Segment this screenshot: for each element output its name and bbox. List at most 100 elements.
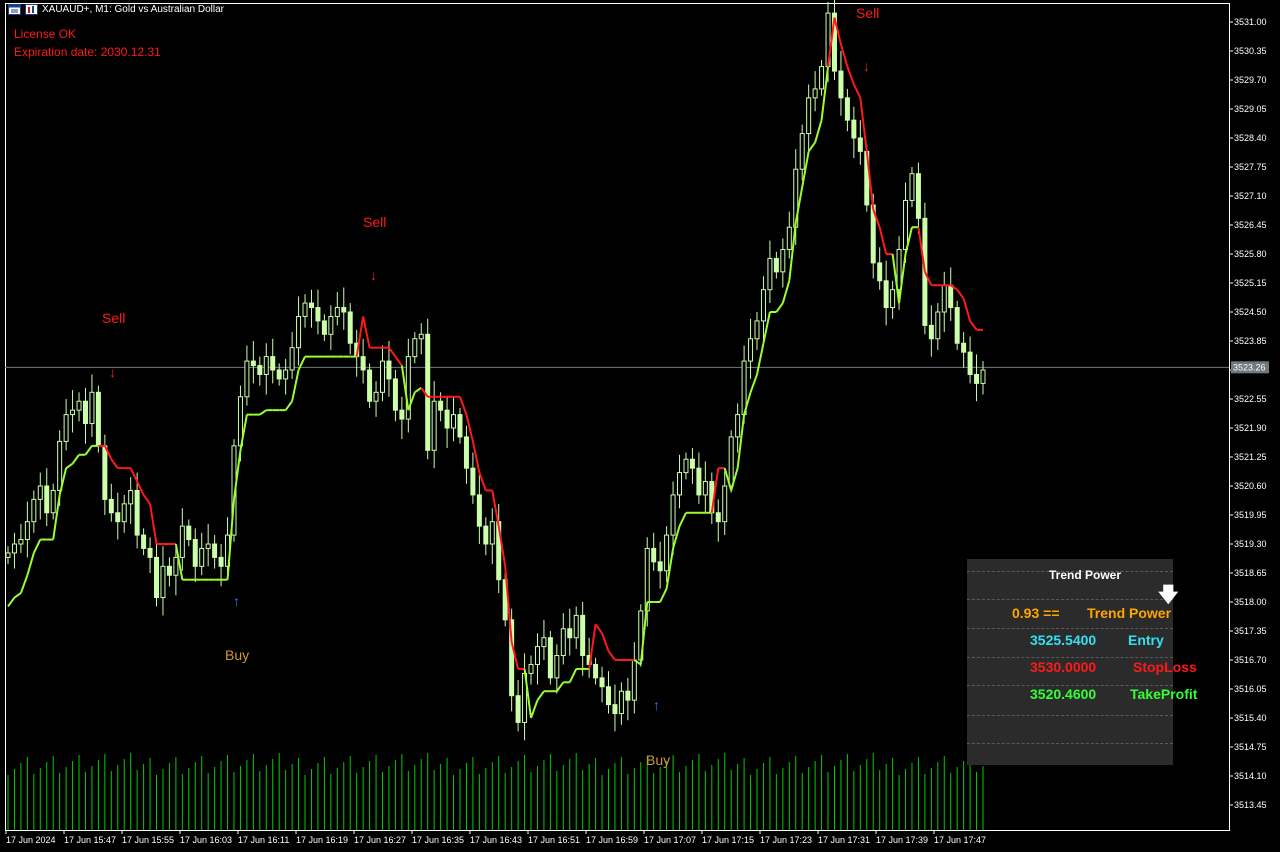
candle-body (670, 494, 676, 536)
uptrend-line-segment (284, 400, 293, 411)
downtrend-line-segment (142, 494, 151, 505)
downtrend-line-segment (459, 396, 468, 415)
candle-body (250, 360, 256, 367)
chart-window-icon[interactable] (8, 3, 21, 15)
candle-body (483, 525, 489, 545)
candle-body (625, 690, 631, 701)
y-axis-tick-label: 3516.70 (1234, 655, 1267, 665)
uptrend-line-segment (568, 668, 578, 683)
y-axis-tick-label: 3523.85 (1234, 336, 1267, 346)
takeprofit-label: TakeProfit (1130, 686, 1198, 702)
x-axis-tick-label: 17 Jun 16:27 (354, 835, 406, 845)
downtrend-line-segment (478, 472, 487, 491)
y-axis-tick-label: 3514.75 (1234, 742, 1267, 752)
downtrend-line-segment (388, 347, 397, 358)
license-expiration: Expiration date: 2030.12.31 (14, 45, 161, 59)
buy-arrow-icon: ↑ (653, 697, 660, 713)
candle-body (431, 400, 437, 451)
downtrend-line-segment (362, 316, 371, 348)
uptrend-line-segment (65, 462, 74, 469)
candle-body (315, 307, 321, 322)
candle-body (573, 614, 579, 639)
candle-body (373, 391, 379, 402)
y-axis-tick-label: 3520.60 (1234, 481, 1267, 491)
downtrend-line-segment (852, 84, 862, 99)
candle-body (263, 356, 269, 375)
candle-body (166, 565, 172, 576)
candle-body (321, 320, 327, 335)
y-axis-tick-label: 3524.50 (1234, 307, 1267, 317)
candle-body (915, 173, 921, 219)
uptrend-line-segment (756, 343, 765, 375)
candle-body (554, 655, 560, 679)
x-axis-tick-label: 17 Jun 15:55 (122, 835, 174, 845)
trend-power-panel: Trend Power 🡇 0.93 == Trend Power 3525.5… (967, 559, 1197, 765)
candle-body (463, 436, 469, 469)
candle-body (838, 70, 844, 99)
candle-body (760, 289, 766, 322)
uptrend-line-segment (71, 454, 80, 465)
uptrend-line-segment (26, 552, 35, 576)
candle-body (308, 302, 314, 309)
candle-body (438, 400, 444, 411)
candle-body (418, 333, 424, 340)
candle-body (173, 556, 179, 576)
buy-signal-label: Buy (646, 752, 670, 768)
candle-body (534, 646, 540, 665)
candle-body (528, 663, 534, 674)
candle-body (115, 512, 121, 523)
candle-body (44, 485, 50, 514)
entry-label: Entry (1128, 632, 1164, 648)
candle-body (128, 489, 134, 505)
buy-signal-label: Buy (225, 647, 249, 663)
uptrend-line-segment (291, 369, 300, 402)
x-axis-tick-label: 17 Jun 17:15 (702, 835, 754, 845)
candle-body (444, 409, 450, 429)
uptrend-line-segment (556, 681, 565, 692)
trend-power-value: 0.93 == (1012, 605, 1060, 621)
candle-body (593, 663, 599, 679)
y-axis-tick-label: 3530.35 (1234, 46, 1267, 56)
uptrend-line-segment (32, 539, 42, 554)
candle-body (412, 338, 418, 358)
uptrend-line-segment (536, 690, 545, 701)
candle-body (819, 66, 825, 90)
candles (5, 0, 986, 741)
candle-body (567, 628, 573, 639)
downtrend-line-segment (878, 226, 888, 255)
sell-signal-label: Sell (102, 310, 125, 326)
uptrend-line-segment (13, 592, 22, 599)
candle-body (980, 369, 986, 384)
candle-body (179, 525, 185, 558)
y-axis-tick-label: 3525.80 (1234, 249, 1267, 259)
candle-body (76, 400, 82, 411)
current-price-label: 3523.26 (1233, 362, 1266, 372)
candle-body (82, 400, 88, 425)
candle-body (935, 311, 941, 340)
candle-body (386, 360, 392, 380)
window-title: XAUAUD+, M1: Gold vs Australian Dollar (42, 3, 225, 15)
downtrend-line-segment (607, 650, 616, 661)
downtrend-line-segment (962, 298, 972, 322)
candle-body (199, 547, 205, 567)
candle-body (476, 494, 482, 527)
candle-body (689, 458, 695, 469)
y-axis-tick-label: 3515.40 (1234, 713, 1267, 723)
uptrend-line-segment (678, 512, 687, 527)
candle-body (218, 556, 224, 567)
x-axis-tick-label: 17 Jun 17:31 (818, 835, 870, 845)
y-axis-tick-label: 3529.70 (1234, 75, 1267, 85)
candle-body (70, 409, 76, 416)
candle-body (328, 315, 334, 335)
uptrend-line-segment (659, 588, 668, 603)
candle-body (844, 97, 850, 121)
candle-body (702, 481, 708, 496)
downtrend-line-segment (110, 458, 119, 469)
candle-body (399, 409, 405, 420)
uptrend-line-segment (814, 119, 823, 143)
candle-body (967, 351, 973, 375)
candle-body (147, 547, 153, 558)
x-axis-tick-label: 17 Jun 17:39 (876, 835, 928, 845)
candle-body (677, 472, 683, 496)
candle-body (108, 498, 114, 514)
